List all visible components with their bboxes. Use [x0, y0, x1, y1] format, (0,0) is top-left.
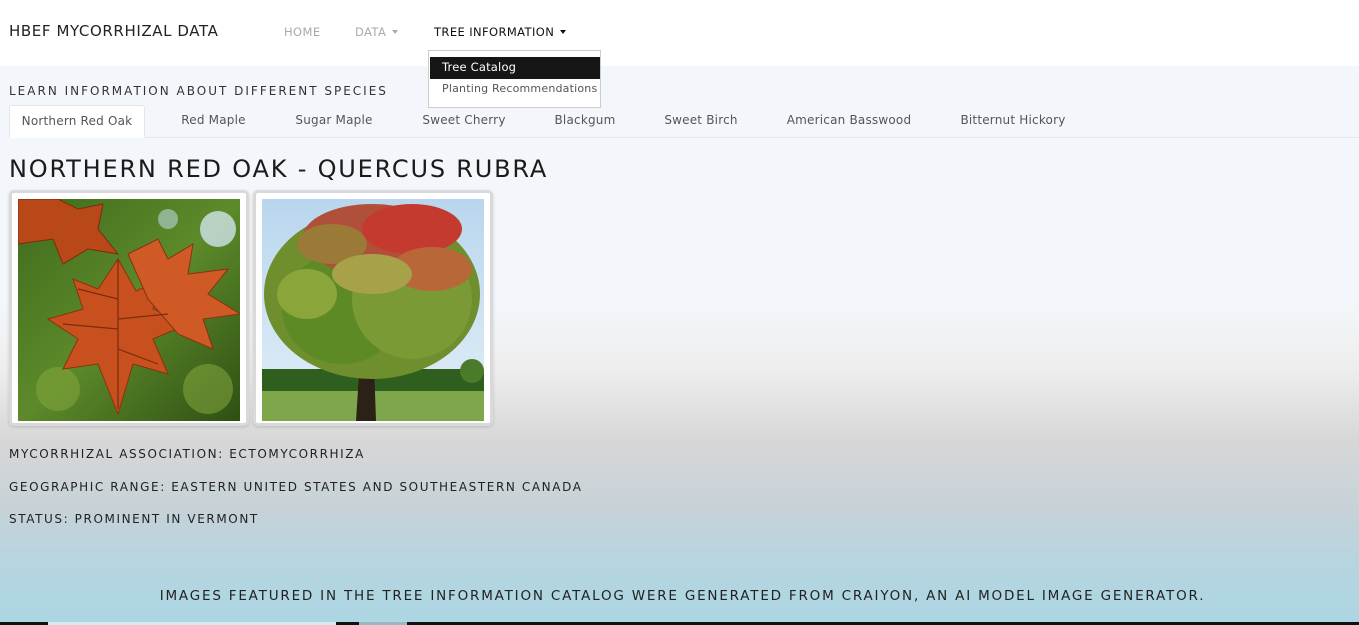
tab-northern-red-oak[interactable]: Northern Red Oak: [9, 105, 145, 138]
status-text: STATUS: PROMINENT IN VERMONT: [9, 512, 259, 526]
nav-data-dropdown[interactable]: DATA: [355, 25, 399, 39]
tree-image-frame: [253, 190, 493, 426]
image-credit-note: IMAGES FEATURED IN THE TREE INFORMATION …: [159, 588, 1206, 604]
geographic-range: GEOGRAPHIC RANGE: EASTERN UNITED STATES …: [9, 480, 583, 494]
tab-sweet-birch[interactable]: Sweet Birch: [651, 105, 751, 138]
oak-tree-image: [262, 199, 484, 421]
navbar: HBEF MYCORRHIZAL DATA HOME DATA TREE INF…: [0, 0, 1359, 66]
tree-information-menu: Tree Catalog Planting Recommendations: [428, 50, 601, 108]
menu-item-planting-recommendations[interactable]: Planting Recommendations: [430, 79, 600, 101]
nav-data-label: DATA: [355, 25, 387, 39]
menu-item-tree-catalog[interactable]: Tree Catalog: [430, 57, 600, 79]
section-heading: LEARN INFORMATION ABOUT DIFFERENT SPECIE…: [9, 84, 388, 98]
chevron-down-icon: [560, 30, 567, 34]
tab-sugar-maple[interactable]: Sugar Maple: [282, 105, 386, 138]
tab-blackgum[interactable]: Blackgum: [542, 105, 628, 138]
tab-american-basswood[interactable]: American Basswood: [774, 105, 924, 138]
oak-leaf-image: [18, 199, 240, 421]
brand-title[interactable]: HBEF MYCORRHIZAL DATA: [9, 22, 218, 40]
mycorrhizal-association: MYCORRHIZAL ASSOCIATION: ECTOMYCORRHIZA: [9, 447, 365, 461]
nav-tree-information-label: TREE INFORMATION: [434, 25, 555, 39]
nav-home-link[interactable]: HOME: [284, 25, 321, 39]
species-tabs: Northern Red Oak Red Maple Sugar Maple S…: [9, 105, 1359, 138]
tab-bitternut-hickory[interactable]: Bitternut Hickory: [947, 105, 1079, 138]
chevron-down-icon: [392, 30, 399, 34]
tab-sweet-cherry[interactable]: Sweet Cherry: [409, 105, 519, 138]
tab-red-maple[interactable]: Red Maple: [168, 105, 259, 138]
species-title: NORTHERN RED OAK - QUERCUS RUBRA: [9, 155, 549, 183]
nav-tree-information-dropdown[interactable]: TREE INFORMATION: [434, 25, 567, 39]
leaf-image-frame: [9, 190, 249, 426]
